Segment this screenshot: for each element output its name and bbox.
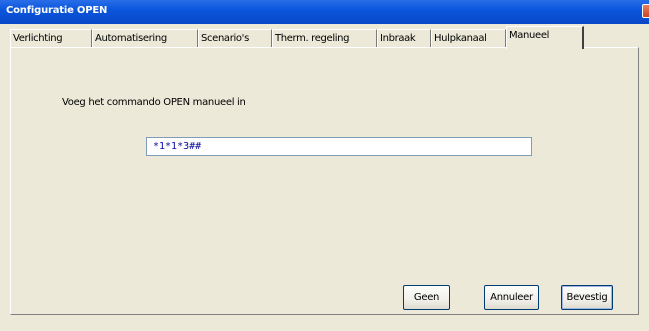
tab-label: Verlichting	[13, 33, 63, 44]
tab-therm-regeling[interactable]: Therm. regeling	[272, 29, 377, 48]
tab-strip: Verlichting Automatisering Scenario's Th…	[10, 24, 610, 49]
tab-automatisering[interactable]: Automatisering	[92, 29, 198, 48]
tab-scenarios[interactable]: Scenario's	[198, 29, 272, 48]
close-icon[interactable]	[642, 4, 649, 18]
annuleer-button[interactable]: Annuleer	[484, 285, 539, 310]
tab-label: Hulpkanaal	[434, 33, 487, 44]
title-bar[interactable]: Configuratie OPEN	[0, 0, 649, 24]
tab-label: Automatisering	[95, 33, 167, 44]
geen-button[interactable]: Geen	[403, 285, 450, 310]
window-title: Configuratie OPEN	[6, 5, 108, 16]
config-dialog: Configuratie OPEN Verlichting Automatise…	[0, 0, 649, 331]
tab-hulpkanaal[interactable]: Hulpkanaal	[431, 29, 506, 48]
tab-label: Inbraak	[380, 33, 416, 44]
tab-verlichting[interactable]: Verlichting	[10, 29, 92, 48]
bevestig-button[interactable]: Bevestig	[561, 285, 613, 310]
command-input[interactable]: *1*1*3##	[146, 137, 532, 156]
tab-label: Manueel	[509, 30, 550, 41]
tab-inbraak[interactable]: Inbraak	[377, 29, 431, 48]
tab-panel-manueel: Voeg het commando OPEN manueel in *1*1*3…	[10, 47, 639, 315]
tab-manueel[interactable]: Manueel	[506, 26, 584, 49]
tab-label: Therm. regeling	[275, 33, 350, 44]
command-prompt-label: Voeg het commando OPEN manueel in	[62, 97, 246, 108]
tab-label: Scenario's	[201, 33, 249, 44]
